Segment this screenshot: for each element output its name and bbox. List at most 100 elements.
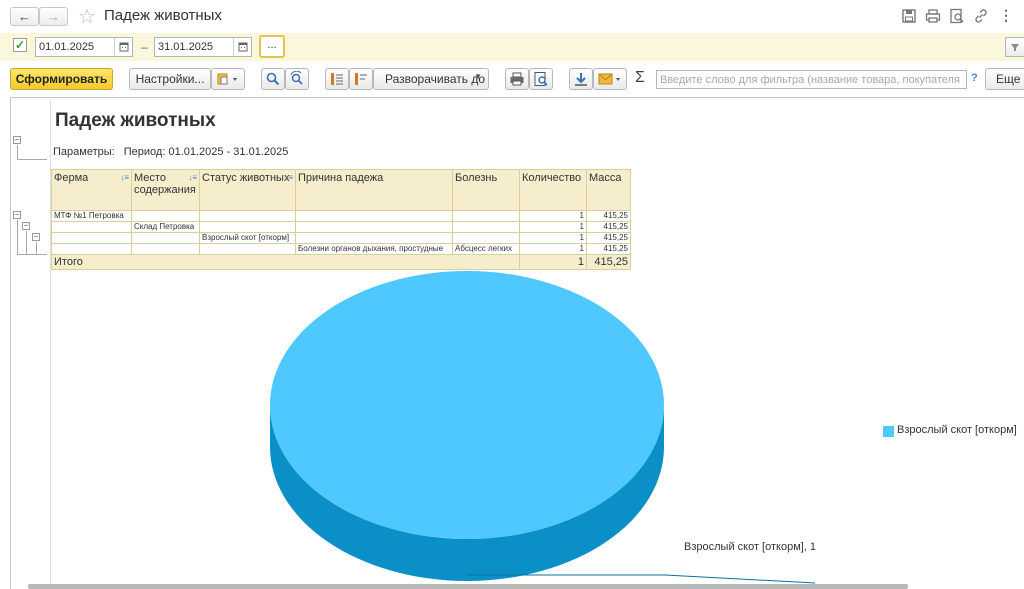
expand-to-dropdown[interactable]: Разворачивать до ▼ — [373, 68, 489, 90]
envelope-icon — [598, 73, 620, 85]
variant-button[interactable] — [211, 68, 245, 90]
params-label: Параметры: — [53, 146, 115, 158]
collapse-groups-button[interactable] — [349, 68, 373, 90]
params-value: Период: 01.01.2025 - 31.01.2025 — [123, 146, 289, 158]
forward-button[interactable]: → — [39, 7, 68, 26]
table-cell: 1 — [519, 210, 587, 222]
table-cell — [452, 232, 520, 244]
tree-line — [36, 242, 37, 254]
expand-groups-button[interactable] — [325, 68, 349, 90]
expand-groups-icon — [331, 73, 343, 85]
table-cell — [131, 243, 200, 255]
period-more-button[interactable]: ... — [259, 35, 285, 58]
table-cell: 1 — [519, 243, 587, 255]
arrow-left-icon: ← — [18, 9, 31, 24]
table-row[interactable]: Взрослый скот [откорм] 1 415,25 — [51, 232, 631, 244]
group-collapse-icon[interactable]: − — [13, 211, 21, 219]
group-collapse-icon[interactable]: − — [32, 233, 40, 241]
column-header-status[interactable]: Статус животных ↓≡ — [199, 169, 296, 211]
table-row[interactable]: МТФ №1 Петровка 1 415,25 — [51, 210, 631, 222]
link-icon[interactable] — [973, 8, 989, 24]
table-cell: 415,25 — [586, 210, 631, 222]
calendar-icon[interactable] — [233, 38, 251, 56]
find-next-button[interactable] — [285, 68, 309, 90]
column-header-cause[interactable]: Причина падежа — [295, 169, 453, 211]
print-icon — [510, 72, 524, 86]
sort-icon: ↓≡ — [120, 173, 129, 182]
filter-button[interactable] — [1005, 37, 1024, 57]
table-row[interactable]: Болезни органов дыхания, простудные Абсц… — [51, 243, 631, 255]
download-button[interactable] — [569, 68, 593, 90]
column-header-mass[interactable]: Масса — [586, 169, 631, 211]
pie-slice — [270, 271, 664, 539]
legend-swatch — [883, 426, 894, 437]
search-input[interactable]: Введите слово для фильтра (название това… — [656, 70, 967, 89]
tree-line — [26, 231, 27, 254]
column-header-location[interactable]: Место содержания ↓≡ — [131, 169, 200, 211]
group-collapse-icon[interactable]: − — [13, 136, 21, 144]
window-title: Падеж животных — [104, 7, 222, 24]
preview-icon — [534, 72, 548, 86]
column-header-disease[interactable]: Болезнь — [452, 169, 520, 211]
table-cell: 1 — [519, 221, 587, 233]
table-cell: 415,25 — [586, 243, 631, 255]
checkmark-icon: ✓ — [14, 38, 26, 52]
group-collapse-icon[interactable]: − — [22, 222, 30, 230]
save-icon[interactable] — [901, 8, 917, 24]
collapse-groups-icon — [355, 73, 367, 85]
table-row[interactable]: Склад Петровка 1 415,25 — [51, 221, 631, 233]
period-separator: – — [141, 40, 148, 54]
preview-button[interactable] — [529, 68, 553, 90]
sort-icon: ↓≡ — [284, 173, 293, 182]
tree-line — [17, 220, 18, 254]
send-email-button[interactable] — [593, 68, 627, 90]
report-table: Ферма ↓≡ Место содержания ↓≡ Статус животн… — [51, 169, 631, 270]
back-button[interactable]: ← — [10, 7, 39, 26]
find-button[interactable] — [261, 68, 285, 90]
settings-button[interactable]: Настройки... — [129, 68, 211, 90]
table-cell: 415,25 — [586, 232, 631, 244]
table-cell — [51, 221, 132, 233]
calendar-icon[interactable] — [114, 38, 132, 56]
report-variant-icon — [217, 73, 237, 85]
sort-icon: ↓≡ — [188, 173, 197, 182]
sum-icon[interactable]: Σ — [635, 69, 645, 87]
expand-to-label: Разворачивать до — [385, 72, 486, 86]
table-cell — [131, 210, 200, 222]
print-icon[interactable] — [925, 8, 941, 24]
preview-icon[interactable] — [949, 8, 965, 24]
favorite-star-icon[interactable]: ☆ — [78, 4, 96, 29]
table-cell: Взрослый скот [откорм] — [199, 232, 296, 244]
print-button[interactable] — [505, 68, 529, 90]
tree-line — [17, 159, 47, 160]
report-parameters: Параметры: Период: 01.01.2025 - 31.01.20… — [53, 146, 288, 158]
help-icon[interactable]: ? — [971, 72, 978, 84]
table-cell: Склад Петровка — [131, 221, 200, 233]
table-cell: Абсцесс легких — [452, 243, 520, 255]
download-icon — [575, 73, 587, 86]
date-to-field[interactable]: 31.01.2025 — [154, 37, 252, 57]
table-cell: 1 — [519, 232, 587, 244]
horizontal-scrollbar[interactable] — [28, 584, 908, 589]
table-cell — [199, 243, 296, 255]
more-vertical-icon[interactable]: ⋮ — [999, 7, 1013, 24]
search-next-icon — [290, 71, 303, 85]
more-button[interactable]: Еще — [985, 68, 1024, 90]
tree-line — [17, 145, 18, 159]
date-from-field[interactable]: 01.01.2025 — [35, 37, 133, 57]
generate-button[interactable]: Сформировать — [10, 68, 113, 90]
table-cell — [295, 221, 453, 233]
table-cell — [452, 210, 520, 222]
report-title: Падеж животных — [55, 110, 216, 131]
column-header-quantity[interactable]: Количество — [519, 169, 587, 211]
table-cell — [199, 210, 296, 222]
table-cell — [452, 221, 520, 233]
period-checkbox[interactable]: ✓ — [13, 38, 27, 52]
table-cell — [131, 232, 200, 244]
column-header-farm[interactable]: Ферма ↓≡ — [51, 169, 132, 211]
table-cell — [51, 232, 132, 244]
table-cell — [51, 243, 132, 255]
slice-label: Взрослый скот [откорм], 1 — [684, 541, 817, 553]
table-header-row: Ферма ↓≡ Место содержания ↓≡ Статус животн… — [51, 169, 631, 211]
arrow-right-icon: → — [47, 9, 60, 24]
